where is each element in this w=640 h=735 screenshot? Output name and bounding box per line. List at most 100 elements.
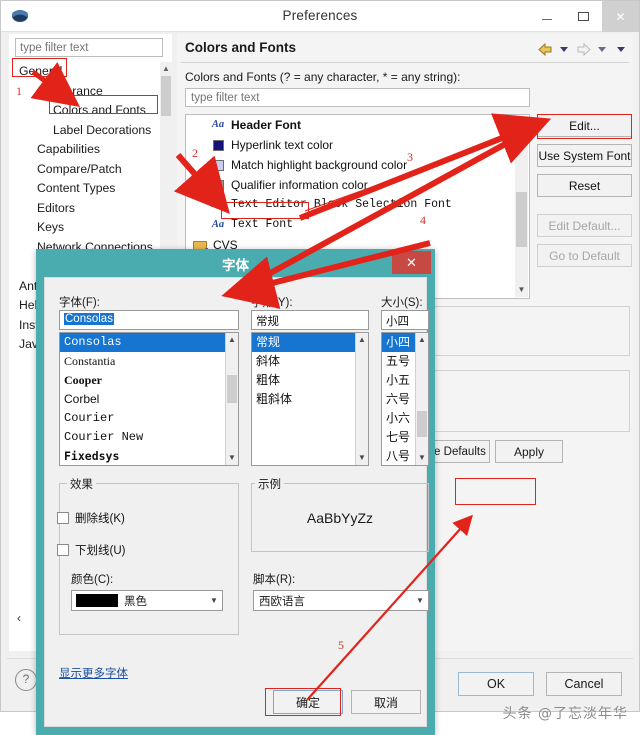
reset-button[interactable]: Reset [537,174,632,197]
tree-row-hyperlink-text-color[interactable]: Hyperlink text color [186,135,529,155]
tree-row-header-font[interactable]: Aa Header Font [186,115,529,135]
font-style-label: 字形(Y): [251,297,293,309]
sample-text: AaBbYyZz [306,509,374,526]
sidebar-item-content-types[interactable]: Content Types [15,179,163,199]
style-list-item[interactable]: 常规 [252,333,368,352]
sidebar-item-capabilities[interactable]: Capabilities [15,140,163,160]
font-aa-icon: Aa [211,199,225,210]
font-name-list[interactable]: Consolas Constantia Cooper Corbel Courie… [59,332,239,466]
tree-row-text-editor-block-selection-font[interactable]: Aa Text Editor Block Selection Font [186,195,529,215]
scroll-down-icon[interactable]: ▼ [356,451,368,465]
view-menu-chevron-down-icon[interactable] [613,42,629,56]
forward-arrow-icon [575,42,591,56]
size-list-scrollbar[interactable]: ▲ ▼ [415,333,428,465]
tree-row-text-font[interactable]: Aa Text Font [186,215,529,235]
font-list-scrollbar[interactable]: ▲ ▼ [225,333,238,465]
scroll-down-icon[interactable]: ▼ [416,451,428,465]
page-nav-toolbar[interactable] [537,40,629,58]
scroll-up-icon[interactable]: ▲ [515,116,528,130]
scrollbar-thumb[interactable] [516,192,527,247]
style-list-item[interactable]: 粗体 [252,371,368,390]
font-size-list[interactable]: 小四 五号 小五 六号 小六 七号 八号 ▲ ▼ [381,332,429,466]
color-swatch-icon [210,178,226,192]
font-list-item[interactable]: Fixedsys [60,447,238,465]
checkbox-icon [57,512,69,524]
scrollbar-thumb[interactable] [161,76,171,116]
font-aa-icon: Aa [211,219,225,230]
go-to-default-button: Go to Default [537,244,632,267]
back-arrow-icon[interactable] [537,42,553,56]
scroll-down-icon[interactable]: ▼ [515,283,528,297]
color-value: 黑色 [124,595,147,608]
scrollbar-thumb[interactable] [227,375,237,403]
colors-fonts-tree-scrollbar[interactable]: ▲ ▼ [515,116,528,297]
font-dialog-cancel-button[interactable]: 取消 [351,690,421,714]
underline-label: 下划线(U) [75,545,126,557]
chevron-down-icon[interactable]: ▼ [206,596,222,605]
sidebar-filter-input[interactable] [15,38,163,57]
sidebar-item-keys[interactable]: Keys [15,218,163,238]
color-select[interactable]: 黑色 ▼ [71,590,223,611]
sidebar-item-label-decorations[interactable]: Label Decorations [15,121,163,141]
back-dropdown-chevron-down-icon[interactable] [556,42,572,56]
help-icon[interactable]: ? [15,669,37,691]
script-select[interactable]: 西欧语言 ▼ [253,590,429,611]
font-list-item[interactable]: Cooper [60,371,238,390]
font-dialog-body: 字体(F): Consolas Consolas Constantia Coop… [44,277,429,727]
window-minimize-button[interactable] [528,1,565,32]
sidebar-item-colors-and-fonts[interactable]: Colors and Fonts [15,101,163,121]
cancel-button[interactable]: Cancel [546,672,622,696]
font-style-list[interactable]: 常规 斜体 粗体 粗斜体 ▲ ▼ [251,332,369,466]
tree-row-match-highlight-background-color[interactable]: Match highlight background color [186,155,529,175]
chevron-down-icon[interactable]: ▼ [412,596,428,605]
font-size-input[interactable]: 小四 [381,310,429,330]
colors-fonts-filter-input[interactable] [185,88,530,107]
font-dialog-ok-button[interactable]: 确定 [273,690,343,714]
tree-row-label: Match highlight background color [231,158,408,172]
font-list-item[interactable]: Consolas [60,333,238,352]
font-name-input[interactable]: Consolas [59,310,239,330]
font-list-item[interactable]: Constantia [60,352,238,371]
font-name-label: 字体(F): [59,297,100,309]
script-label: 脚本(R): [253,574,296,586]
scrollbar-thumb[interactable] [417,411,427,437]
font-list-item[interactable]: Courier New [60,428,238,447]
show-more-fonts-link[interactable]: 显示更多字体 [59,665,128,681]
sample-group-legend: 示例 [255,476,284,492]
style-list-scrollbar[interactable]: ▲ ▼ [355,333,368,465]
scroll-down-icon[interactable]: ▼ [226,451,238,465]
scroll-up-icon[interactable]: ▲ [160,62,172,75]
tree-row-qualifier-information-color[interactable]: Qualifier information color [186,175,529,195]
font-dialog: 字体 ✕ 字体(F): Consolas Consolas Constantia… [36,249,435,735]
tree-row-label: Text Editor Block Selection Font [231,198,452,211]
font-size-value: 小四 [386,316,409,328]
font-dialog-close-icon[interactable]: ✕ [392,251,431,274]
underline-checkbox[interactable]: 下划线(U) [57,542,125,558]
scroll-up-icon[interactable]: ▲ [416,333,428,347]
scroll-up-icon[interactable]: ▲ [356,333,368,347]
tree-row-label: Hyperlink text color [231,138,334,152]
strikeout-checkbox[interactable]: 删除线(K) [57,510,125,526]
font-list-item[interactable]: Corbel [60,390,238,409]
ok-button[interactable]: OK [458,672,534,696]
sidebar-item-general[interactable]: General [15,62,163,82]
font-list-item[interactable]: Courier [60,409,238,428]
sidebar-item-editors[interactable]: Editors [15,199,163,219]
sidebar-item-appearance[interactable]: Appearance [15,82,163,102]
checkbox-icon [57,544,69,556]
apply-button[interactable]: Apply [495,440,563,463]
sidebar-item-compare-patch[interactable]: Compare/Patch [15,160,163,180]
forward-dropdown-chevron-down-icon[interactable] [594,42,610,56]
edit-button[interactable]: Edit... [537,114,632,137]
collapse-all-button[interactable]: ‹ [17,611,21,625]
edit-default-button: Edit Default... [537,214,632,237]
scroll-up-icon[interactable]: ▲ [226,333,238,347]
font-style-input[interactable]: 常规 [251,310,369,330]
use-system-font-button[interactable]: Use System Font [537,144,632,167]
window-close-button[interactable]: ✕ [602,1,639,32]
style-list-item[interactable]: 粗斜体 [252,390,368,409]
style-list-item[interactable]: 斜体 [252,352,368,371]
window-maximize-button[interactable] [565,1,602,32]
font-dialog-title-bar: 字体 ✕ [36,249,435,277]
tree-row-label: Qualifier information color [231,178,368,192]
